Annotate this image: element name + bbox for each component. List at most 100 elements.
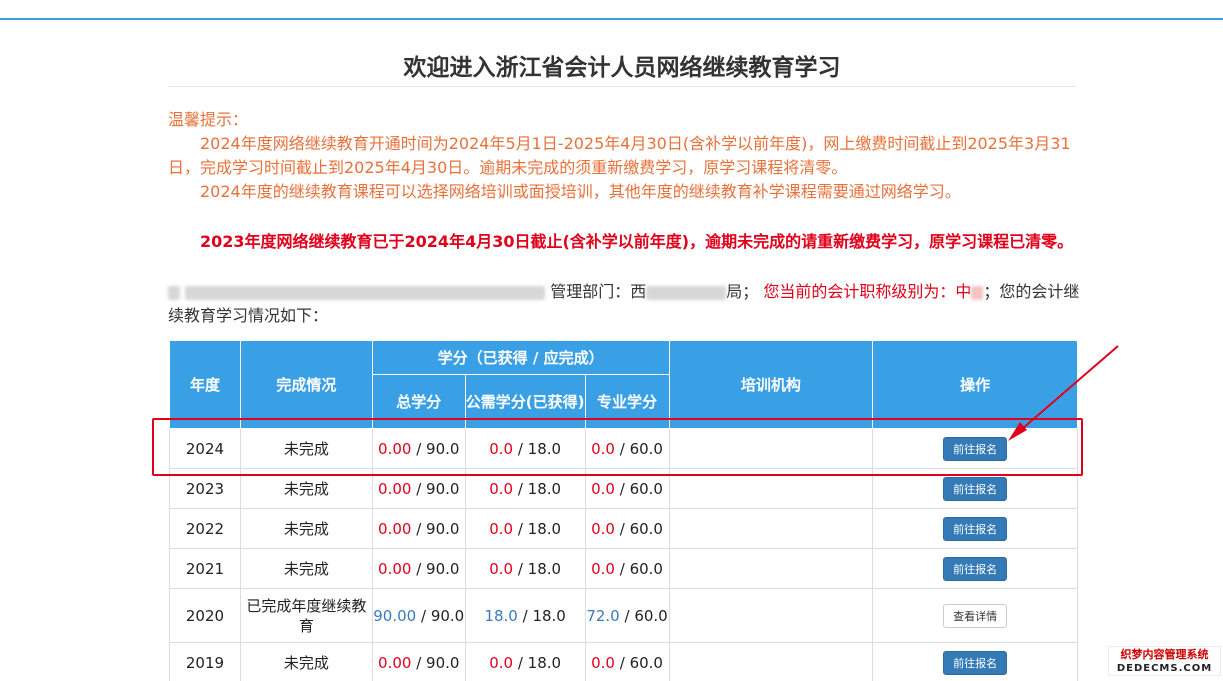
sep: / [513,653,528,672]
cell-action: 前往报名 [872,548,1078,589]
public-earned: 18.0 [484,606,518,625]
public-required: 18.0 [527,479,562,498]
public-required: 18.0 [527,519,562,538]
professional-earned: 0.0 [591,653,615,672]
public-earned: 0.0 [489,479,514,498]
watermark-cn: 织梦内容管理系统 [1120,648,1209,661]
dept-label: 管理部门： [550,282,631,301]
education-records-table: 年度 完成情况 学分（已获得 / 应完成） 培训机构 操作 总学分 公需学分(已… [169,340,1078,681]
sep: / [614,479,630,498]
public-earned: 0.0 [489,653,514,672]
total-required: 90.0 [426,653,460,672]
highlight-box-2024-row [152,418,1083,476]
sep: / [614,519,630,538]
register-button[interactable]: 前往报名 [943,476,1008,501]
professional-required: 60.0 [629,559,663,578]
level-value: 中 [955,282,972,301]
total-required: 90.0 [426,479,460,498]
professional-required: 60.0 [634,606,668,625]
sep: / [513,479,528,498]
cell-total: 90.00 / 90.0 [371,588,466,643]
cell-year: 2021 [169,548,241,589]
redacted-id [185,285,546,300]
public-required: 18.0 [532,606,566,625]
cell-professional: 72.0 / 60.0 [584,588,670,643]
top-border-line [0,18,1223,20]
cell-year: 2022 [169,508,241,549]
sep: / [411,653,427,672]
sep: / [411,479,427,498]
header-year: 年度 [169,340,241,429]
dept-prefix: 西 [630,282,647,301]
cell-org [668,508,874,549]
total-earned: 90.00 [373,606,417,625]
professional-earned: 0.0 [591,559,615,578]
redacted-name [168,285,180,300]
notice-panel: 温馨提示： 2024年度网络继续教育开通时间为2024年5月1日-2025年4月… [168,108,1076,204]
public-required: 18.0 [527,653,562,672]
table-row: 2020 已完成年度继续教育 90.00 / 90.0 18.0 / 18.0 … [169,588,1078,643]
total-earned: 0.00 [378,479,412,498]
sep: / [614,559,630,578]
professional-required: 60.0 [629,653,663,672]
public-earned: 0.0 [489,519,514,538]
level-label: 您当前的会计职称级别为： [763,282,956,301]
title-divider [168,86,1076,87]
cell-total: 0.00 / 90.0 [371,508,466,549]
cell-public: 0.0 / 18.0 [464,642,586,681]
sep: / [619,606,635,625]
register-button[interactable]: 前往报名 [943,650,1008,675]
cell-status: 未完成 [239,508,373,549]
public-earned: 0.0 [489,559,514,578]
cell-org [668,548,874,589]
cell-professional: 0.0 / 60.0 [584,508,670,549]
professional-earned: 72.0 [586,606,620,625]
cell-public: 0.0 / 18.0 [464,548,586,589]
professional-earned: 0.0 [591,479,615,498]
cell-public: 0.0 / 18.0 [464,508,586,549]
notice-heading: 温馨提示： [168,110,249,129]
sep: / [411,519,427,538]
cell-status: 未完成 [239,548,373,589]
table-row: 2021 未完成 0.00 / 90.0 0.0 / 18.0 0.0 / 60… [169,548,1078,589]
sep: / [513,559,528,578]
cell-action: 查看详情 [872,588,1078,643]
cell-professional: 0.0 / 60.0 [584,642,670,681]
register-button[interactable]: 前往报名 [943,556,1008,581]
register-button[interactable]: 前往报名 [943,516,1008,541]
page-title: 欢迎进入浙江省会计人员网络继续教育学习 [403,55,841,81]
sep: / [513,519,528,538]
watermark-en: DEDECMS.COM [1116,663,1213,674]
header-credits-group: 学分（已获得 / 应完成） [371,340,670,375]
cell-public: 18.0 / 18.0 [464,588,586,643]
notice-line-2: 2024年度的继续教育课程可以选择网络培训或面授培训，其他年度的继续教育补学课程… [200,182,961,201]
sep: / [411,559,427,578]
cell-year: 2019 [169,642,241,681]
view-details-button[interactable]: 查看详情 [943,603,1008,628]
user-info: 管理部门：西 局； 您当前的会计职称级别为：中 ；您的会计继续教育学习情况如下： [168,280,1080,328]
dept-suffix: 局； [726,282,759,301]
sep: / [614,653,630,672]
cell-year: 2020 [169,588,241,643]
cell-total: 0.00 / 90.0 [371,642,466,681]
total-required: 90.0 [426,559,460,578]
professional-required: 60.0 [629,519,663,538]
total-earned: 0.00 [378,519,412,538]
total-required: 90.0 [430,606,465,625]
notice-line-1: 2024年度网络继续教育开通时间为2024年5月1日-2025年4月30日(含补… [168,134,1071,177]
deadline-warning: 2023年度网络继续教育已于2024年4月30日截止(含补学以前年度)，逾期未完… [200,232,1074,251]
redacted-dept [646,285,727,300]
cell-action: 前往报名 [872,642,1078,681]
sep: / [416,606,431,625]
total-earned: 0.00 [378,559,412,578]
professional-required: 60.0 [629,479,663,498]
cell-total: 0.00 / 90.0 [371,548,466,589]
public-required: 18.0 [527,559,562,578]
table-row: 2019 未完成 0.00 / 90.0 0.0 / 18.0 0.0 / 60… [169,642,1078,681]
total-required: 90.0 [426,519,460,538]
header-status: 完成情况 [239,340,373,429]
cell-org [668,588,874,643]
cell-status: 已完成年度继续教育 [239,588,373,643]
header-action: 操作 [872,340,1078,429]
cell-action: 前往报名 [872,508,1078,549]
